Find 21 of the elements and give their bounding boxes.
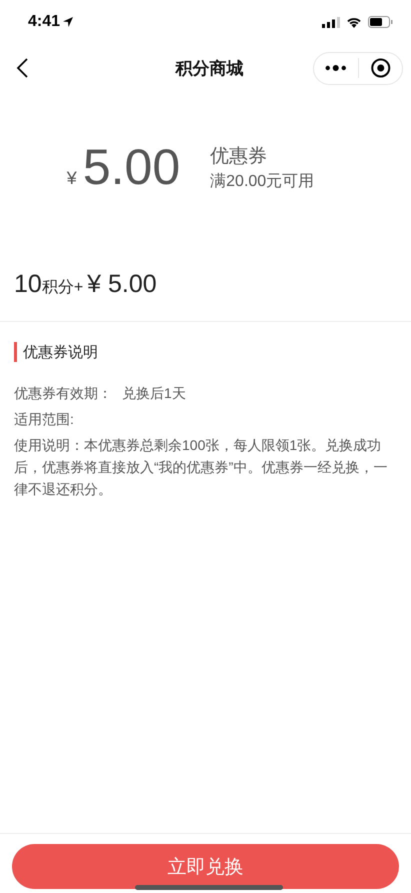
redeem-button[interactable]: 立即兑换 <box>12 844 399 889</box>
battery-icon <box>368 16 393 28</box>
signal-icon <box>322 16 340 28</box>
currency-sign: ¥ <box>66 168 77 189</box>
page-title: 积分商城 <box>176 58 244 80</box>
coupon-amount: 5.00 <box>82 138 180 196</box>
rule-text: 使用说明：本优惠券总剩余100张，每人限领1张。兑换成功后，优惠券将直接放入“我的优惠券”中。优惠券一经兑换，一律不退还积分。 <box>14 437 388 497</box>
rule-value: 兑换后1天 <box>122 385 186 401</box>
rule-text: 适用范围: <box>14 411 74 427</box>
clock-time: 4:41 <box>28 13 60 31</box>
points-amount: 10 <box>14 270 42 299</box>
back-icon[interactable] <box>16 58 28 78</box>
points-unit: 积分+ <box>42 278 84 298</box>
coupon-title: 优惠券 <box>210 144 268 168</box>
coupon-condition: 满20.00元可用 <box>210 172 314 192</box>
wifi-icon <box>346 16 362 28</box>
rule-label: 优惠券有效期： <box>14 385 112 401</box>
section-title: 优惠券说明 <box>23 342 98 362</box>
accent-bar <box>14 342 17 362</box>
cash-price: ¥ 5.00 <box>87 270 157 299</box>
location-arrow-icon <box>63 17 74 27</box>
